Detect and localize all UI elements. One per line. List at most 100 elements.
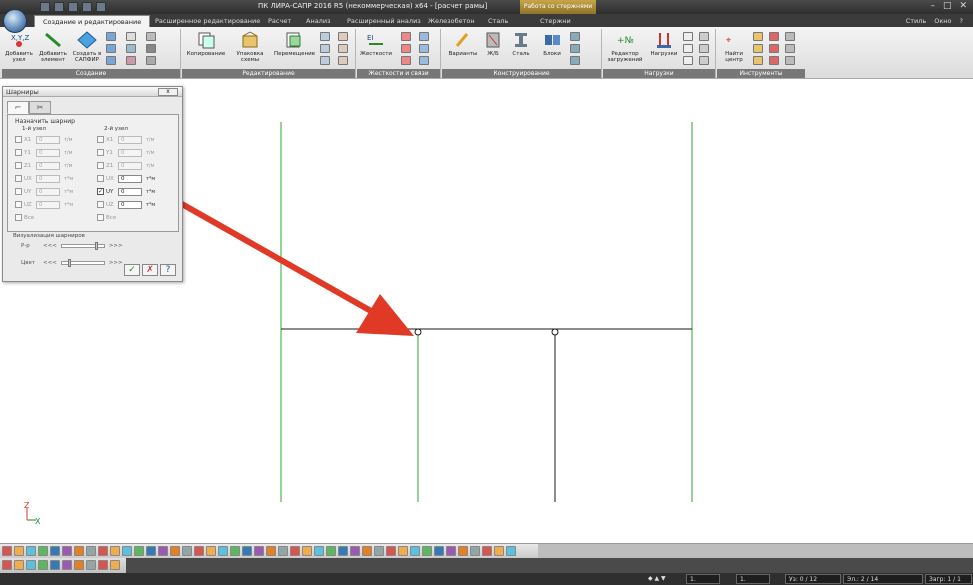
stiffness-button[interactable]: EI Жесткости [359,31,393,57]
view-tool-icon[interactable] [14,546,24,556]
tab-calculation[interactable]: Расчет [268,15,291,27]
view-tool-icon[interactable] [398,546,408,556]
node1-uz-checkbox[interactable] [15,201,22,208]
highlight-icon[interactable] [753,44,763,53]
view-tool-icon[interactable] [74,546,84,556]
move-button[interactable]: Перемещение [274,31,315,57]
create-in-sapfir-button[interactable]: Создать в САПФИР [70,31,104,63]
view-tool-icon[interactable] [122,546,132,556]
view-tool-icon[interactable] [110,546,120,556]
view-tool-icon[interactable] [506,546,516,556]
maximize-icon[interactable]: □ [943,1,952,11]
view-tool-icon[interactable] [494,546,504,556]
concrete-button[interactable]: Ж/Б [480,31,506,57]
fragment-icon[interactable] [769,32,779,41]
node1-z1-checkbox[interactable] [15,162,22,169]
apply-button[interactable]: ✓ [124,264,140,276]
close-icon[interactable]: ✕ [959,1,967,11]
size-increase[interactable]: >>> [109,243,123,249]
view-tool-icon[interactable] [446,546,456,556]
view-tool-icon[interactable] [194,546,204,556]
projection-tool-icon[interactable] [98,560,108,570]
combination-icon[interactable] [699,56,709,65]
truss-icon[interactable] [106,56,116,65]
projection-tool-icon[interactable] [50,560,60,570]
view-tool-icon[interactable] [290,546,300,556]
variants-button[interactable]: Варианты [446,31,480,57]
view-tool-icon[interactable] [266,546,276,556]
load-editor-button[interactable]: +№ Редактор загружений [605,31,645,63]
projection-tool-icon[interactable] [14,560,24,570]
node1-all-checkbox[interactable] [15,214,22,221]
view-tool-icon[interactable] [182,546,192,556]
view-tool-icon[interactable] [278,546,288,556]
tab-create-edit[interactable]: Создание и редактирование [34,15,151,27]
view-tool-icon[interactable] [458,546,468,556]
view-tool-icon[interactable] [302,546,312,556]
view-tool-icon[interactable] [254,546,264,556]
view-tool-icon[interactable] [26,546,36,556]
plate-icon[interactable] [126,32,136,41]
view-tool-icon[interactable] [218,546,228,556]
visibility-icon[interactable] [769,44,779,53]
info-icon[interactable] [785,44,795,53]
hinge-marker-2[interactable] [551,328,559,336]
frame-icon[interactable] [106,44,116,53]
rigid-insert-icon[interactable] [419,32,429,41]
view-tool-icon[interactable] [410,546,420,556]
mesh-icon[interactable] [126,44,136,53]
color-decrease[interactable]: <<< [43,260,57,266]
node2-z1-checkbox[interactable] [97,162,104,169]
node2-uz-value[interactable]: 0 [118,200,142,209]
tab-steel[interactable]: Сталь [488,15,508,27]
projection-tool-icon[interactable] [38,560,48,570]
tab-advanced-analysis[interactable]: Расширенный анализ [347,15,421,27]
view-tool-icon[interactable] [338,546,348,556]
node2-y1-checkbox[interactable] [97,149,104,156]
solid-icon[interactable] [126,56,136,65]
view-tool-icon[interactable] [206,546,216,556]
mass-icon[interactable] [699,32,709,41]
undo-icon[interactable] [82,2,92,12]
dialog-close-button[interactable]: x [158,88,178,96]
save-icon[interactable] [68,2,78,12]
node2-x1-checkbox[interactable] [97,136,104,143]
node1-y1-value[interactable]: 0 [36,148,60,157]
tab-hinges-assign[interactable]: ⌐ [7,101,29,114]
node1-uz-value[interactable]: 0 [36,200,60,209]
find-center-button[interactable]: ⌖ Найти центр [719,31,749,63]
filter-icon[interactable] [753,56,763,65]
cancel-button[interactable]: ✗ [142,264,158,276]
projection-tool-icon[interactable] [86,560,96,570]
node1-z1-value[interactable]: 0 [36,161,60,170]
projection-tool-icon[interactable] [74,560,84,570]
view-tool-icon[interactable] [482,546,492,556]
rotate-icon[interactable] [320,44,330,53]
tab-analysis[interactable]: Анализ [306,15,331,27]
view-tool-icon[interactable] [2,546,12,556]
projection-tool-icon[interactable] [110,560,120,570]
tab-advanced-edit[interactable]: Расширенное редактирование [155,15,260,27]
color-slider[interactable] [60,259,105,267]
node1-x1-checkbox[interactable] [15,136,22,143]
node2-ux-checkbox[interactable] [97,175,104,182]
grid-icon[interactable] [106,32,116,41]
minimize-icon[interactable]: – [930,1,935,11]
array-icon[interactable] [146,44,156,53]
view-tool-icon[interactable] [134,546,144,556]
add-node-button[interactable]: X,Y,Z Добавить узел [2,31,36,63]
color-increase[interactable]: >>> [109,260,123,266]
delete-icon[interactable] [338,56,348,65]
design-group-icon[interactable] [570,56,580,65]
view-tool-icon[interactable] [242,546,252,556]
mirror-icon[interactable] [320,32,330,41]
node2-x1-value[interactable]: 0 [118,135,142,144]
size-decrease[interactable]: <<< [43,243,57,249]
constraint-icon[interactable] [401,32,411,41]
pack-scheme-button[interactable]: Упаковка схемы [230,31,270,63]
color-icon[interactable] [769,56,779,65]
unite-icon[interactable] [419,56,429,65]
open-file-icon[interactable] [54,2,64,12]
load-case-select-2[interactable]: 1. [736,574,770,584]
color-slider-thumb[interactable] [67,259,71,267]
